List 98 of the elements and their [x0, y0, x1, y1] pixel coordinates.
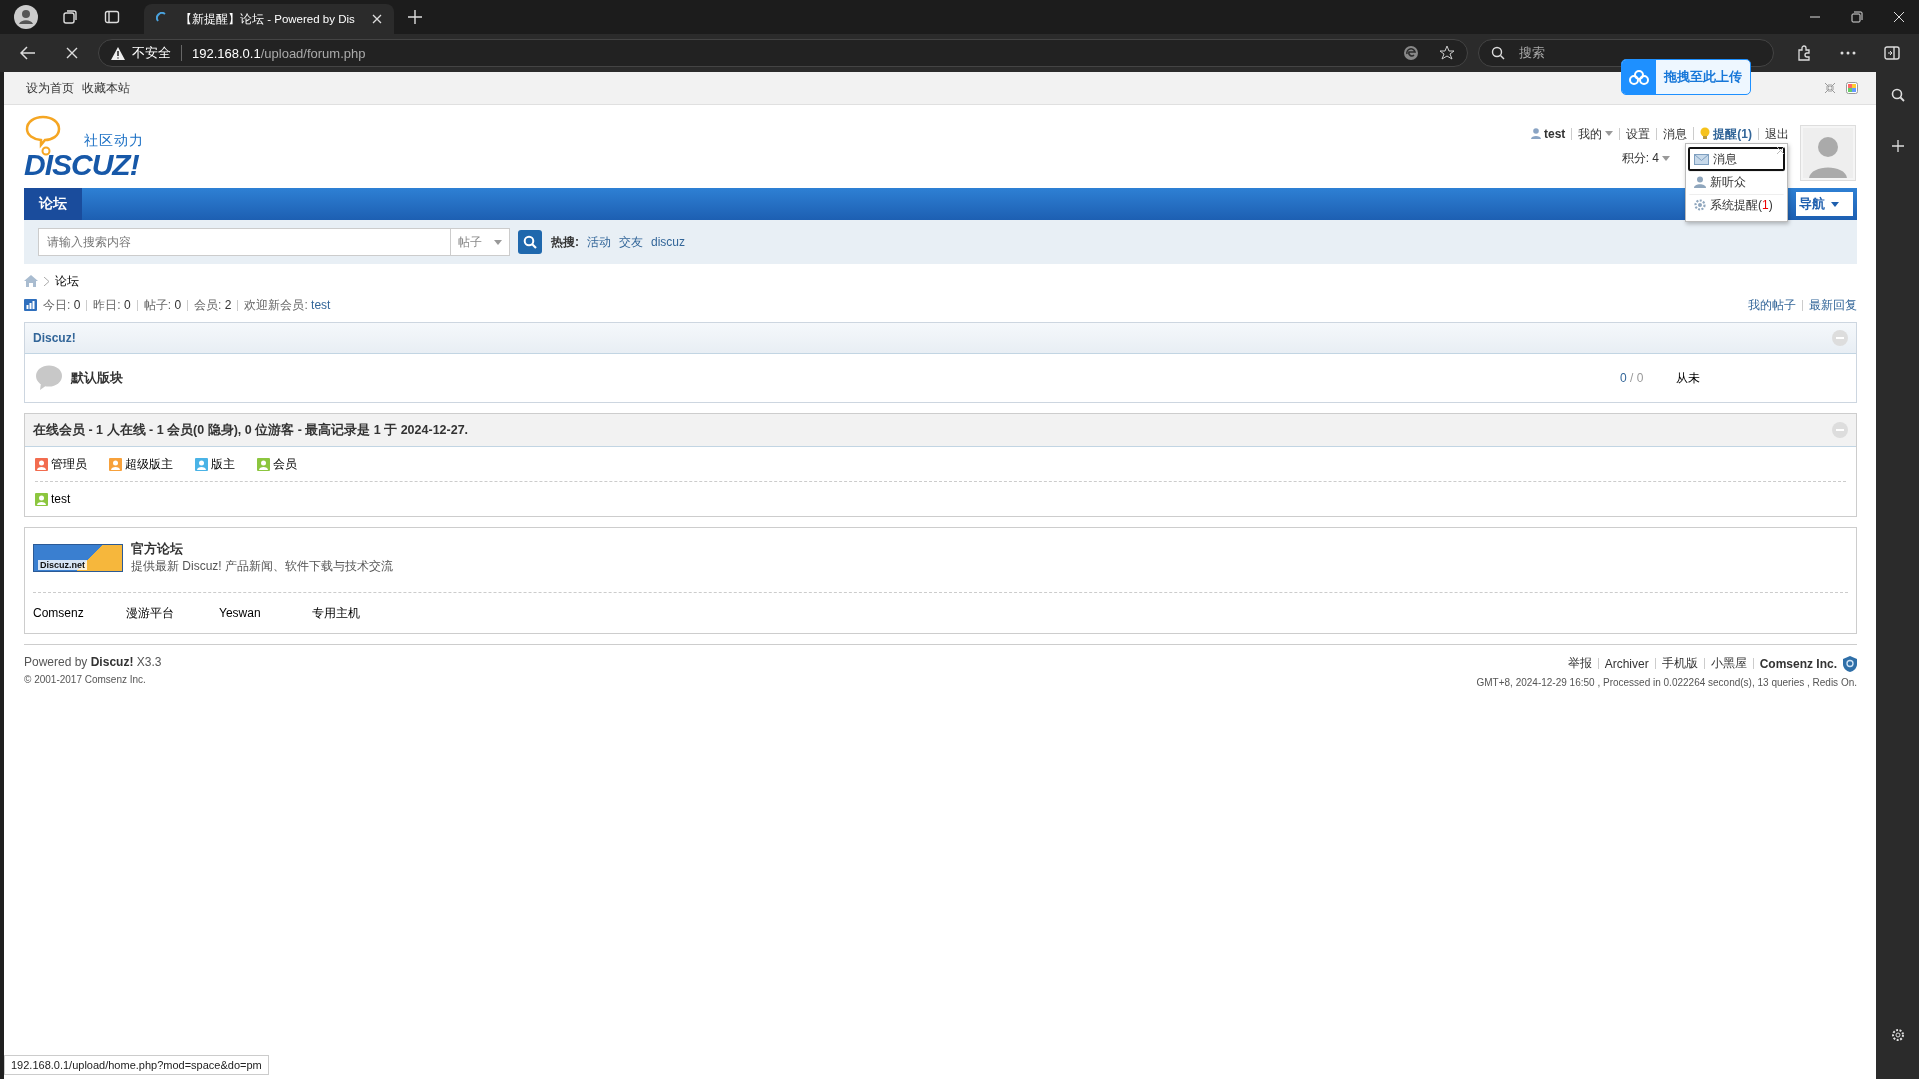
status-url: 192.168.0.1/upload/home.php?mod=space&do=pm: [11, 1059, 262, 1071]
footer-link[interactable]: 手机版: [1661, 655, 1698, 672]
restore-icon[interactable]: [1851, 11, 1863, 23]
site-banner[interactable]: Discuz.net: [33, 544, 123, 572]
user-menu-item[interactable]: 我的: [1571, 127, 1620, 140]
close-icon[interactable]: [372, 14, 382, 24]
footer-link[interactable]: 举报: [1567, 655, 1592, 672]
credits-menu[interactable]: 积分: 4: [1621, 150, 1670, 167]
site-description: 提供最新 Discuz! 产品新闻、软件下载与技术交流: [131, 558, 393, 575]
company-link[interactable]: Comsenz Inc.: [1759, 656, 1837, 671]
edge-icon[interactable]: [1403, 45, 1419, 61]
profile-icon[interactable]: [14, 5, 38, 29]
forum-name[interactable]: 默认版块: [71, 369, 123, 387]
security-label: 不安全: [132, 44, 171, 62]
address-bar[interactable]: 不安全 192.168.0.1/upload/forum.php: [98, 39, 1468, 67]
stat-text: 昨日: 0: [93, 296, 131, 314]
user-menu-item[interactable]: 退出: [1758, 127, 1795, 140]
sidebar-icon[interactable]: [1884, 46, 1900, 60]
browser-tab[interactable]: 【新提醒】论坛 - Powered by Dis: [144, 4, 394, 34]
top-link[interactable]: 设为首页: [26, 79, 74, 97]
user-menu-item[interactable]: 设置: [1619, 127, 1657, 140]
close-icon[interactable]: [1893, 11, 1905, 23]
friend-link[interactable]: 专用主机: [312, 604, 405, 622]
hot-search-label: 热搜:: [551, 233, 579, 251]
extensions-icon[interactable]: [1796, 45, 1812, 61]
star-icon[interactable]: [1439, 45, 1455, 61]
forum-logo[interactable]: 社区动力 DISCUZ!: [24, 105, 164, 186]
person-icon: [1531, 128, 1541, 139]
notice-menu-item[interactable]: 消息: [1688, 147, 1785, 171]
online-user-link[interactable]: test: [51, 492, 71, 506]
quick-link[interactable]: 最新回复: [1809, 296, 1857, 314]
powered-by-text: Powered by Discuz! X3.3: [24, 655, 162, 669]
site-name[interactable]: 官方论坛: [131, 541, 393, 558]
lightbulb-icon: [1700, 127, 1711, 140]
breadcrumb-link[interactable]: 论坛: [55, 272, 79, 290]
legend-label: 超级版主: [125, 455, 173, 473]
nav-tab[interactable]: 论坛: [24, 188, 82, 220]
search-field[interactable]: 请输入搜索内容: [38, 228, 450, 256]
legend-label: 会员: [273, 455, 297, 473]
settings-icon[interactable]: [1890, 1028, 1905, 1042]
collections-icon[interactable]: [62, 9, 78, 25]
shield-icon: [1843, 655, 1857, 672]
add-icon[interactable]: [1891, 140, 1904, 152]
quick-link[interactable]: 我的帖子: [1748, 296, 1796, 314]
footer-link[interactable]: Archiver: [1604, 656, 1649, 671]
gear-icon: [1694, 199, 1706, 211]
category-title[interactable]: Discuz!: [33, 331, 76, 345]
back-icon[interactable]: [20, 46, 36, 60]
debug-info-text: GMT+8, 2024-12-29 16:50 , Processed in 0.022264 second(s), 13 queries , Redis On.: [1476, 677, 1857, 688]
hot-search-link[interactable]: discuz: [651, 235, 685, 249]
footer-link[interactable]: 小黑屋: [1710, 655, 1747, 672]
envelope-icon: [1694, 153, 1709, 165]
last-post: 从未: [1676, 369, 1701, 387]
chart-icon: [24, 299, 37, 311]
notice-menu-item[interactable]: 系统提醒(1): [1688, 194, 1785, 217]
user-menu-item[interactable]: 消息: [1656, 127, 1694, 140]
hot-search-link[interactable]: 交友: [619, 233, 643, 251]
friend-link[interactable]: 漫游平台: [126, 604, 219, 622]
search-button[interactable]: [518, 230, 542, 254]
quick-nav-button[interactable]: 导航: [1796, 192, 1853, 216]
user-menu-item[interactable]: test: [1525, 127, 1572, 140]
search-icon: [523, 235, 537, 249]
legend-label: 管理员: [51, 455, 87, 473]
caret-icon: [1605, 131, 1614, 136]
collapse-icon[interactable]: [1824, 82, 1836, 94]
person-icon: [1694, 176, 1706, 188]
stop-icon[interactable]: [66, 47, 78, 59]
search-icon[interactable]: [1890, 88, 1905, 102]
search-type-select[interactable]: 帖子: [450, 228, 510, 256]
user-menu-item[interactable]: 提醒(1): [1693, 127, 1758, 140]
top-link[interactable]: 收藏本站: [82, 79, 130, 97]
palette-icon[interactable]: [1846, 82, 1858, 94]
stat-text: 会员: 2: [194, 296, 232, 314]
tab-actions-icon[interactable]: [104, 9, 120, 25]
hot-search-link[interactable]: 活动: [587, 233, 611, 251]
forum-counts: 0 / 0: [1620, 371, 1645, 385]
new-tab-icon[interactable]: [408, 10, 422, 24]
speech-bubble-icon: [35, 365, 63, 391]
more-icon[interactable]: [1840, 51, 1856, 55]
chevron-icon: [44, 276, 49, 286]
stat-text: 帖子: 0: [143, 296, 182, 314]
caret-icon: [1831, 201, 1839, 207]
tab-title: 【新提醒】论坛 - Powered by Dis: [180, 11, 356, 27]
url-text: 192.168.0.1/upload/forum.php: [192, 45, 366, 61]
legend-label: 版主: [211, 455, 235, 473]
copyright-text: © 2001-2017 Comsenz Inc.: [24, 674, 147, 685]
notice-menu-item[interactable]: 新听众: [1688, 171, 1785, 194]
friend-link[interactable]: Yeswan: [219, 606, 312, 620]
caret-icon: [1662, 156, 1670, 161]
caret-icon: [494, 239, 502, 245]
search-icon: [1491, 46, 1505, 60]
stat-text: 今日: 0: [43, 296, 81, 314]
cloud-icon: [1628, 69, 1650, 85]
friend-link[interactable]: Comsenz: [33, 606, 126, 620]
stat-text: 欢迎新会员: test: [244, 296, 331, 314]
close-icon[interactable]: [1777, 147, 1784, 154]
online-title: 在线会员 - 1 人在线 - 1 会员(0 隐身), 0 位游客 - 最高记录是 1 于 2024-12-27.: [33, 421, 469, 439]
warning-icon: [111, 46, 125, 60]
